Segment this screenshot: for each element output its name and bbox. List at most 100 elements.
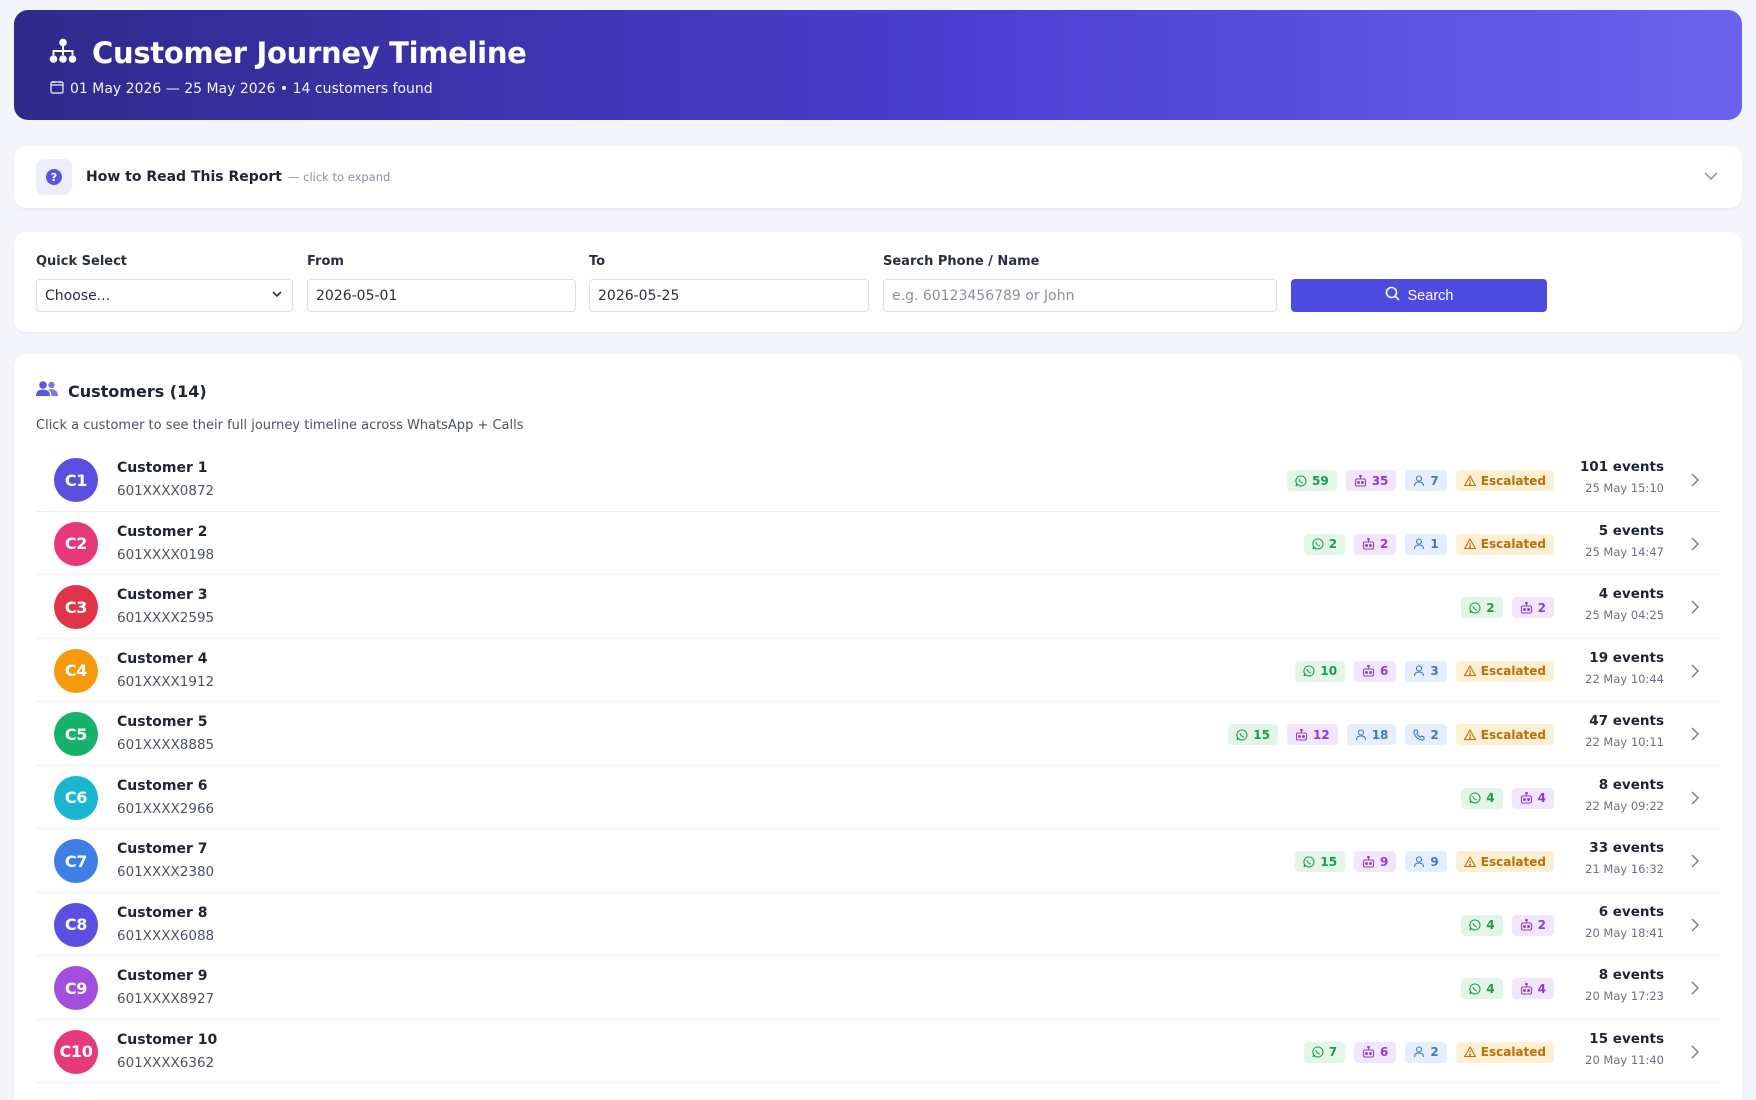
last-event-time: 25 May 15:10 [1585,481,1664,495]
event-count: 8 events [1598,776,1664,793]
customer-row[interactable]: C1 Customer 1 601XXXX0872 59 35 7 Escalated… [36,448,1720,512]
customer-phone: 601XXXX2380 [117,864,215,880]
chevron-right-icon[interactable] [1688,599,1702,619]
customer-row[interactable]: C3 Customer 3 601XXXX2595 22 4 events 25… [36,575,1720,639]
agent-count-badge: 9 [1405,851,1447,872]
customers-panel: Customers (14) Click a customer to see t… [14,354,1742,1100]
date-range-summary: 01 May 2026 — 25 May 2026 • 14 customers… [70,81,433,97]
customer-name: Customer 9 [117,968,208,984]
help-icon: ? [36,159,72,195]
warning-icon [1463,855,1476,868]
escalated-badge: Escalated [1455,851,1554,872]
avatar: C10 [54,1029,98,1074]
avatar: C9 [54,966,98,1010]
avatar: C2 [54,521,98,566]
chevron-right-icon[interactable] [1688,917,1702,937]
chevron-right-icon[interactable] [1688,853,1702,873]
customer-row[interactable]: C4 Customer 4 601XXXX1912 10 6 3 Escalated … [36,639,1720,702]
customer-row[interactable]: C8 Customer 8 601XXXX6088 42 6 events 20… [36,893,1720,956]
whatsapp-count-badge: 4 [1461,914,1503,936]
events-summary: 33 events 21 May 16:32 [1585,840,1664,876]
event-count: 4 events [1598,586,1664,602]
quick-select-dropdown[interactable]: Choose... [36,279,293,312]
customer-name: Customer 8 [117,904,208,921]
bot-count-badge: 2 [1511,597,1554,618]
last-event-time: 20 May 17:23 [1585,989,1664,1003]
whatsapp-count-badge: 15 [1228,724,1278,745]
customer-row[interactable]: C9 Customer 9 601XXXX8927 44 8 events 20… [36,956,1720,1020]
whatsapp-icon [1303,665,1315,677]
users-icon [36,380,58,402]
events-summary: 8 events 20 May 17:23 [1585,967,1664,1003]
channel-badges: 10 6 3 Escalated [1295,660,1554,682]
from-date-input[interactable]: 2026-05-01 [307,279,576,312]
chevron-right-icon[interactable] [1688,790,1702,810]
how-to-read-panel[interactable]: ? How to Read This Report — click to exp… [14,146,1742,208]
bot-count-badge: 6 [1354,660,1397,682]
customer-name: Customer 2 [117,523,208,540]
to-date-input[interactable]: 2026-05-25 [589,279,869,312]
customer-row[interactable]: C2 Customer 2 601XXXX0198 2 2 1 Escalated 5… [36,512,1720,575]
channel-badges: 44 [1461,978,1554,999]
events-summary: 47 events 22 May 10:11 [1585,713,1664,749]
escalated-badge: Escalated [1455,724,1554,745]
channel-badges: 42 [1461,914,1554,936]
bot-icon [1362,665,1375,677]
search-label: Search Phone / Name [883,254,1040,269]
whatsapp-count-badge: 4 [1461,787,1503,809]
event-count: 6 events [1598,903,1664,920]
last-event-time: 22 May 09:22 [1585,798,1664,813]
chevron-down-icon[interactable] [1702,167,1720,189]
customer-row[interactable]: C10 Customer 10 601XXXX6362 7 6 2 Escalated… [36,1020,1720,1083]
search-input[interactable]: e.g. 60123456789 or John [883,279,1277,312]
last-event-time: 20 May 18:41 [1585,925,1664,940]
bot-count-badge: 6 [1354,1041,1397,1063]
escalated-badge: Escalated [1455,1041,1554,1063]
events-summary: 5 events 25 May 14:47 [1585,523,1664,559]
customer-row[interactable]: C5 Customer 5 601XXXX8885 15 12 18 2 Escalat… [36,702,1720,766]
bot-count-badge: 35 [1345,470,1397,491]
last-event-time: 22 May 10:11 [1585,735,1664,749]
quick-select-label: Quick Select [36,254,128,269]
filters-panel: Quick Select Choose... From 2026-05-01 T… [14,232,1742,332]
chevron-right-icon[interactable] [1688,980,1702,1000]
how-to-read-title: How to Read This Report [86,169,282,185]
search-button[interactable]: Search [1291,279,1547,312]
customer-row[interactable]: C7 Customer 7 601XXXX2380 15 9 9 Escalated … [36,829,1720,893]
whatsapp-count-badge: 2 [1461,597,1503,618]
agent-icon [1413,474,1425,487]
bot-count-badge: 2 [1354,533,1397,555]
customer-name: Customer 7 [117,841,208,857]
chevron-right-icon[interactable] [1688,1044,1702,1064]
event-count: 47 events [1589,713,1664,729]
warning-icon [1463,1046,1476,1058]
events-summary: 101 events 25 May 15:10 [1580,459,1664,495]
agent-count-badge: 3 [1405,660,1447,682]
svg-text:?: ? [51,171,57,184]
chevron-right-icon[interactable] [1688,726,1702,746]
chevron-right-icon[interactable] [1688,472,1702,492]
customer-name: Customer 5 [117,714,208,730]
customer-phone: 601XXXX6362 [117,1054,215,1071]
agent-count-badge: 2 [1405,1041,1447,1063]
customer-row[interactable]: C6 Customer 6 601XXXX2966 44 8 events 22… [36,766,1720,829]
whatsapp-icon [1469,792,1481,804]
agent-count-badge: 18 [1346,724,1397,745]
warning-icon [1463,665,1476,677]
chevron-right-icon[interactable] [1688,663,1702,683]
agent-icon [1413,855,1425,868]
event-count: 33 events [1589,840,1664,856]
events-summary: 6 events 20 May 18:41 [1585,904,1664,940]
avatar: C6 [54,775,98,820]
chevron-right-icon[interactable] [1688,536,1702,556]
event-count: 5 events [1598,522,1664,539]
whatsapp-icon [1303,855,1315,868]
to-label: To [589,254,606,269]
event-count: 19 events [1589,649,1664,666]
bot-icon [1295,728,1308,741]
bot-count-badge: 9 [1354,851,1397,872]
bot-count-badge: 4 [1511,978,1554,999]
last-event-time: 20 May 11:40 [1585,1052,1664,1067]
page-title: Customer Journey Timeline [92,36,527,70]
warning-icon [1463,474,1476,487]
